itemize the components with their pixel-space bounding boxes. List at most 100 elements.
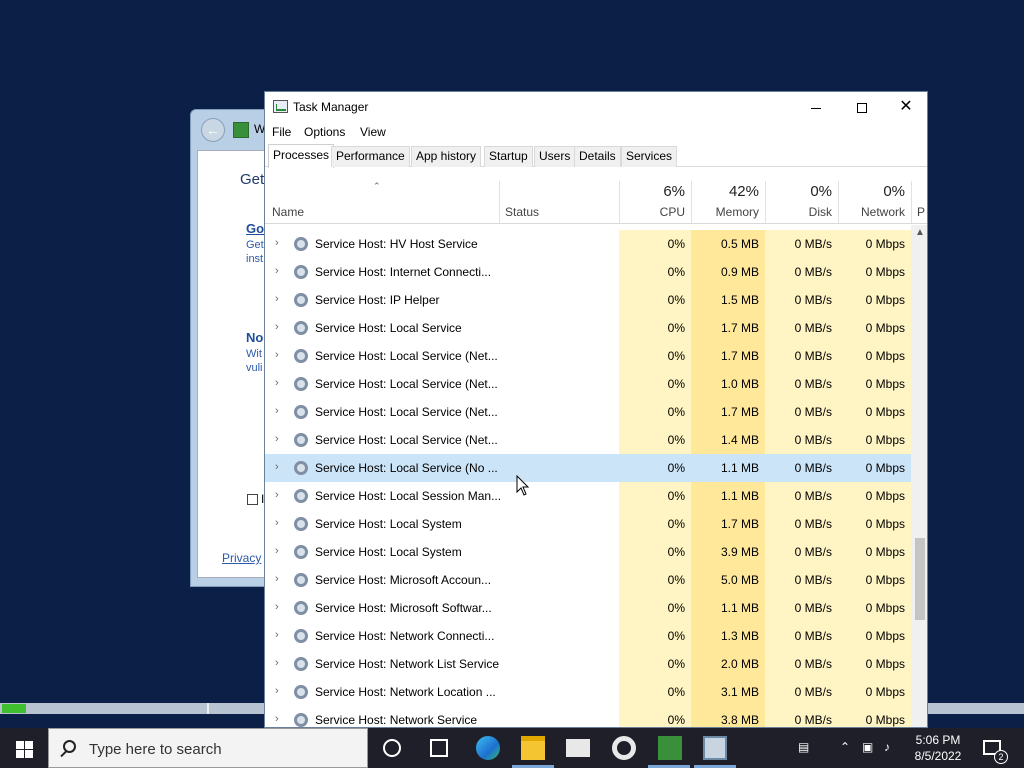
service-gear-icon xyxy=(294,405,308,419)
maximize-button[interactable] xyxy=(839,92,885,122)
task-view-icon[interactable] xyxy=(430,739,448,757)
expand-chevron-icon[interactable]: › xyxy=(275,629,279,641)
cortana-icon[interactable] xyxy=(383,739,401,757)
column-network[interactable]: Network xyxy=(838,205,905,219)
process-row[interactable]: › Service Host: Local Service (Net... 0% 1.… xyxy=(265,370,911,398)
app-icon[interactable] xyxy=(658,736,682,760)
process-cpu: 0% xyxy=(619,706,691,727)
background-option-2-title[interactable]: No xyxy=(246,330,263,345)
column-disk[interactable]: Disk xyxy=(765,205,832,219)
tab-users[interactable]: Users xyxy=(534,146,576,167)
column-name[interactable]: Name xyxy=(272,205,304,219)
process-row[interactable]: › Service Host: Network Location ... 0% 3.1… xyxy=(265,678,911,706)
vertical-scrollbar[interactable]: ▲ xyxy=(911,225,927,727)
column-divider[interactable] xyxy=(911,181,912,223)
expand-chevron-icon[interactable]: › xyxy=(275,405,279,417)
column-divider[interactable] xyxy=(499,181,500,223)
expand-chevron-icon[interactable]: › xyxy=(275,685,279,697)
close-button[interactable]: ✕ xyxy=(883,92,927,122)
expand-chevron-icon[interactable]: › xyxy=(275,713,279,725)
tab-app-history[interactable]: App history xyxy=(411,146,482,167)
column-status[interactable]: Status xyxy=(505,205,539,219)
process-disk: 0 MB/s xyxy=(765,650,838,678)
service-gear-icon xyxy=(294,657,308,671)
cpu-total: 6% xyxy=(663,183,685,200)
process-row[interactable]: › Service Host: Local Service (No ... 0% 1.… xyxy=(265,454,911,482)
process-row[interactable]: › Service Host: Internet Connecti... 0% 0.9… xyxy=(265,258,911,286)
background-option-1-title[interactable]: Go xyxy=(246,221,264,236)
process-memory: 1.5 MB xyxy=(691,286,765,314)
clock[interactable]: 5:06 PM 8/5/2022 xyxy=(904,732,972,764)
privacy-link[interactable]: Privacy xyxy=(222,551,261,565)
process-row[interactable]: › Service Host: Local System 0% 3.9 MB 0 MB/… xyxy=(265,538,911,566)
tab-processes[interactable]: Processes xyxy=(268,144,335,168)
process-row[interactable]: › Service Host: Local System 0% 1.7 MB 0 MB/… xyxy=(265,510,911,538)
tab-services[interactable]: Services xyxy=(621,146,678,167)
edge-icon[interactable] xyxy=(476,736,500,760)
process-row[interactable]: › Service Host: Microsoft Accoun... 0% 5.0 … xyxy=(265,566,911,594)
expand-chevron-icon[interactable]: › xyxy=(275,461,279,473)
process-row[interactable]: › Service Host: Local Service (Net... 0% 1.… xyxy=(265,342,911,370)
expand-chevron-icon[interactable]: › xyxy=(275,489,279,501)
column-cpu[interactable]: CPU xyxy=(619,205,685,219)
expand-chevron-icon[interactable]: › xyxy=(275,237,279,249)
expand-chevron-icon[interactable]: › xyxy=(275,293,279,305)
process-disk: 0 MB/s xyxy=(765,230,838,258)
tab-performance[interactable]: Performance xyxy=(331,146,410,167)
expand-chevron-icon[interactable]: › xyxy=(275,517,279,529)
process-row[interactable]: › Service Host: Local Service (Net... 0% 1.… xyxy=(265,426,911,454)
scrollbar-thumb[interactable] xyxy=(915,538,925,620)
menu-options[interactable]: Options xyxy=(304,125,345,139)
network-icon[interactable]: ▣ xyxy=(862,740,873,754)
menu-file[interactable]: File xyxy=(272,125,291,139)
expand-chevron-icon[interactable]: › xyxy=(275,657,279,669)
expand-chevron-icon[interactable]: › xyxy=(275,377,279,389)
process-cpu: 0% xyxy=(619,230,691,258)
service-gear-icon xyxy=(294,433,308,447)
mail-icon[interactable] xyxy=(566,739,590,757)
process-memory: 3.9 MB xyxy=(691,538,765,566)
background-checkbox[interactable] xyxy=(247,494,258,505)
disk-total: 0% xyxy=(810,183,832,200)
volume-icon[interactable]: ♪ xyxy=(884,740,890,754)
back-arrow-icon[interactable]: ← xyxy=(201,118,225,142)
menu-view[interactable]: View xyxy=(360,125,386,139)
process-row[interactable]: › Service Host: Network Service 0% 3.8 MB 0 … xyxy=(265,706,911,727)
scroll-up-icon[interactable]: ▲ xyxy=(915,227,925,238)
process-row[interactable]: › Service Host: IP Helper 0% 1.5 MB 0 MB/s 0 … xyxy=(265,286,911,314)
tab-details[interactable]: Details xyxy=(574,146,621,167)
expand-chevron-icon[interactable]: › xyxy=(275,433,279,445)
expand-chevron-icon[interactable]: › xyxy=(275,349,279,361)
process-row[interactable]: › Service Host: Network List Service 0% 2.0… xyxy=(265,650,911,678)
expand-chevron-icon[interactable]: › xyxy=(275,265,279,277)
file-explorer-icon[interactable] xyxy=(521,736,545,760)
settings-icon[interactable] xyxy=(612,736,636,760)
process-memory: 1.3 MB xyxy=(691,622,765,650)
process-row[interactable]: › Service Host: Local Service (Net... 0% 1.… xyxy=(265,398,911,426)
task-manager-taskbar-icon[interactable] xyxy=(703,736,727,760)
news-icon[interactable]: ▤ xyxy=(798,740,809,754)
background-option-2-desc: Wit vuli xyxy=(246,347,263,375)
minimize-button[interactable] xyxy=(793,92,839,122)
task-manager-window[interactable]: Task Manager ✕ File Options View Process… xyxy=(264,91,928,728)
expand-chevron-icon[interactable]: › xyxy=(275,321,279,333)
process-row[interactable]: › Service Host: HV Host Service 0% 0.5 MB 0 … xyxy=(265,230,911,258)
column-power[interactable]: P xyxy=(917,205,927,219)
process-row[interactable]: › Service Host: Local Service 0% 1.7 MB 0 MB… xyxy=(265,314,911,342)
column-memory[interactable]: Memory xyxy=(691,205,759,219)
process-network: 0 Mbps xyxy=(838,258,911,286)
service-gear-icon xyxy=(294,321,308,335)
start-button[interactable] xyxy=(0,728,48,768)
expand-chevron-icon[interactable]: › xyxy=(275,573,279,585)
taskbar-search-box[interactable]: Type here to search xyxy=(48,728,368,768)
clock-date: 8/5/2022 xyxy=(914,749,962,763)
expand-chevron-icon[interactable]: › xyxy=(275,545,279,557)
process-row[interactable]: › Service Host: Local Session Man... 0% 1.1… xyxy=(265,482,911,510)
chevron-up-icon[interactable]: ⌃ xyxy=(840,740,850,754)
process-row[interactable]: › Service Host: Microsoft Softwar... 0% 1.1… xyxy=(265,594,911,622)
tab-startup[interactable]: Startup xyxy=(484,146,533,167)
title-bar[interactable]: Task Manager ✕ xyxy=(265,92,927,122)
process-cpu: 0% xyxy=(619,538,691,566)
process-row[interactable]: › Service Host: Network Connecti... 0% 1.3 … xyxy=(265,622,911,650)
expand-chevron-icon[interactable]: › xyxy=(275,601,279,613)
